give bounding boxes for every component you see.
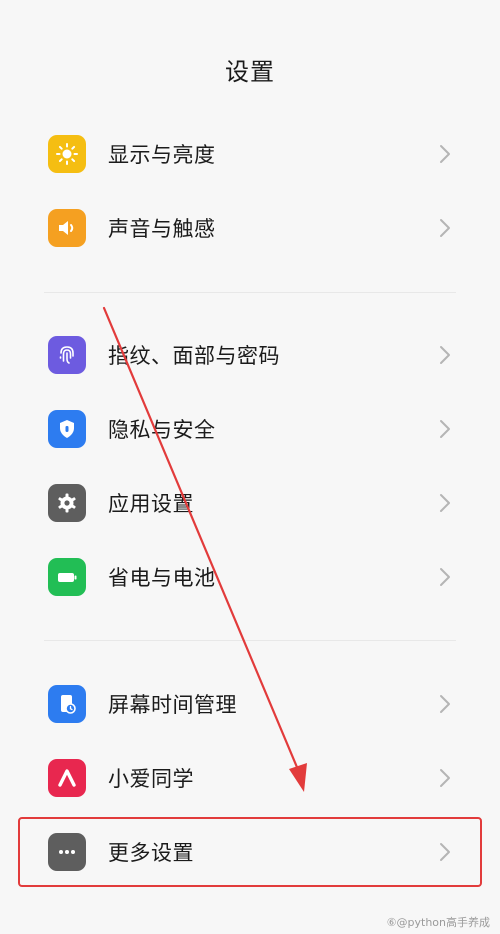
highlight-box — [18, 817, 482, 887]
page-title: 设置 — [225, 58, 275, 86]
settings-item-label: 显示与亮度 — [108, 143, 216, 167]
settings-item-privacy-security[interactable]: 隐私与安全 — [0, 394, 500, 464]
settings-item-label: 应用设置 — [108, 492, 194, 516]
battery-icon — [48, 558, 86, 596]
chevron-right-icon — [440, 568, 450, 586]
settings-item-app-settings[interactable]: 应用设置 — [0, 468, 500, 538]
chevron-right-icon — [440, 145, 450, 163]
settings-item-label: 省电与电池 — [108, 566, 216, 590]
speaker-icon — [48, 209, 86, 247]
shield-icon — [48, 410, 86, 448]
chevron-right-icon — [440, 346, 450, 364]
chevron-right-icon — [440, 494, 450, 512]
settings-item-xiaoai[interactable]: 小爱同学 — [0, 743, 500, 813]
settings-item-sound-haptics[interactable]: 声音与触感 — [0, 193, 500, 263]
group-divider — [44, 292, 456, 293]
settings-item-label: 小爱同学 — [108, 767, 194, 791]
settings-item-label: 屏幕时间管理 — [108, 693, 237, 717]
group-divider — [44, 640, 456, 641]
settings-item-screen-time[interactable]: 屏幕时间管理 — [0, 669, 500, 739]
chevron-right-icon — [440, 219, 450, 237]
chevron-right-icon — [440, 420, 450, 438]
fingerprint-icon — [48, 336, 86, 374]
settings-item-label: 声音与触感 — [108, 217, 216, 241]
xiaoai-icon — [48, 759, 86, 797]
screen-time-icon — [48, 685, 86, 723]
brightness-icon — [48, 135, 86, 173]
gear-icon — [48, 484, 86, 522]
settings-item-power-battery[interactable]: 省电与电池 — [0, 542, 500, 612]
settings-item-label: 隐私与安全 — [108, 418, 216, 442]
chevron-right-icon — [440, 695, 450, 713]
settings-item-fingerprint-face-password[interactable]: 指纹、面部与密码 — [0, 320, 500, 390]
settings-item-display-brightness[interactable]: 显示与亮度 — [0, 119, 500, 189]
chevron-right-icon — [440, 769, 450, 787]
watermark: ⑥@python高手养成 — [386, 916, 490, 929]
settings-item-label: 指纹、面部与密码 — [108, 344, 280, 368]
